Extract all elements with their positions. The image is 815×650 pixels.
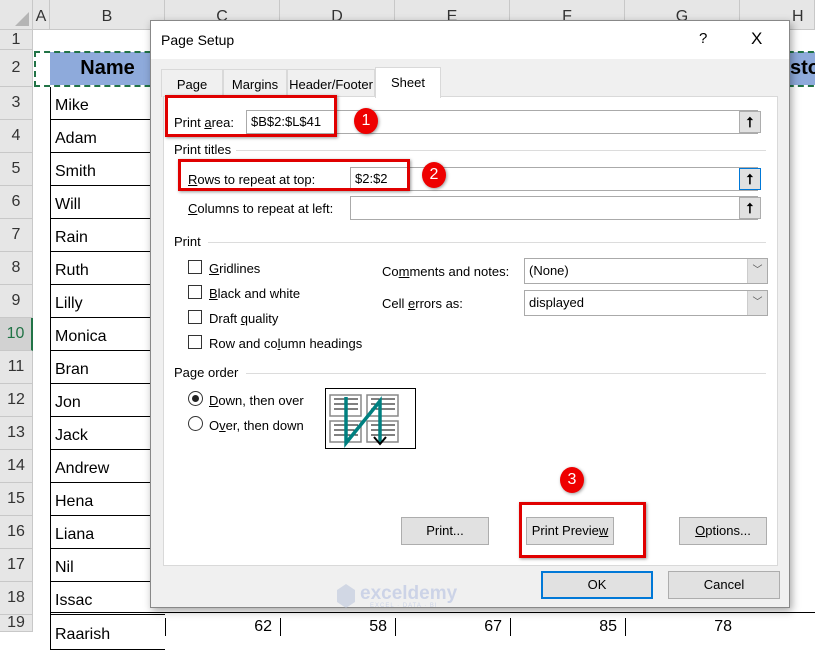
tab-sheet[interactable]: Sheet [375,67,441,98]
grid-border-top-row19 [50,612,815,613]
cols-repeat-input[interactable] [350,196,758,220]
cell-g19[interactable]: 78 [625,618,740,636]
row-header-7[interactable]: 7 [0,219,33,252]
rows-repeat-input[interactable]: $2:$2 [350,167,758,191]
comments-value: (None) [529,263,569,278]
column-header-a[interactable]: A [33,0,50,30]
name-cell[interactable]: Raarish [50,615,165,650]
down-then-over-radio[interactable] [188,391,203,406]
annotation-box-print-preview [519,502,646,558]
cell-c19[interactable]: 62 [165,618,280,636]
chevron-down-icon[interactable]: ﹀ [747,259,767,283]
print-titles-label: Print titles [174,142,232,157]
name-cell[interactable]: Nil [50,549,165,582]
print-button[interactable]: Print... [401,517,489,545]
comments-label: Comments and notes: [382,264,510,279]
cell-d19[interactable]: 58 [280,618,395,636]
cell-f19[interactable]: 85 [510,618,625,636]
annotation-badge-3: 3 [560,467,584,493]
over-then-down-label: Over, then down [209,418,304,433]
tab-header-footer[interactable]: Header/Footer [287,69,375,97]
help-button[interactable]: ? [699,30,707,47]
black-white-label: Black and white [209,286,301,301]
row-col-headings-checkbox[interactable] [188,335,202,349]
dialog-title-bar[interactable]: Page Setup ? X [151,21,789,59]
print-area-collapse-button[interactable]: ⭡ [739,111,761,133]
name-cell[interactable]: Jon [50,384,165,417]
print-section-label: Print [174,234,201,249]
row-header-4[interactable]: 4 [0,120,33,153]
name-cell[interactable]: Andrew [50,450,165,483]
ok-button[interactable]: OK [541,571,653,599]
row-header-19[interactable]: 19 [0,614,33,632]
print-divider [208,242,766,243]
page-order-label: Page order [174,365,239,380]
row-header-13[interactable]: 13 [0,417,33,450]
print-titles-divider [236,150,766,151]
row-header-1[interactable]: 1 [0,30,33,50]
name-cell[interactable]: Smith [50,153,165,186]
name-cell[interactable]: Lilly [50,285,165,318]
name-cell[interactable]: Hena [50,483,165,516]
tab-page[interactable]: Page [161,69,223,97]
row-header-14[interactable]: 14 [0,450,33,483]
comments-select[interactable]: (None) ﹀ [524,258,768,284]
dialog-title: Page Setup [161,32,235,48]
row-header-10[interactable]: 10 [0,318,33,351]
chevron-down-icon[interactable]: ﹀ [747,291,767,315]
cell-errors-select[interactable]: displayed ﹀ [524,290,768,316]
cell-errors-value: displayed [529,295,584,310]
name-cell[interactable]: Ruth [50,252,165,285]
gridlines-checkbox[interactable] [188,260,202,274]
select-all-corner[interactable] [0,0,33,30]
page-order-preview-icon [325,388,416,449]
cell-e19[interactable]: 67 [395,618,510,636]
name-cell[interactable]: Will [50,186,165,219]
name-cell[interactable]: Issac [50,582,165,615]
row-header-18[interactable]: 18 [0,582,33,615]
row-header-15[interactable]: 15 [0,483,33,516]
down-then-over-label: Down, then over [209,393,304,408]
name-cell[interactable]: Bran [50,351,165,384]
row-header-6[interactable]: 6 [0,186,33,219]
over-then-down-radio[interactable] [188,416,203,431]
annotation-box-print-area [165,95,337,137]
cols-repeat-collapse-button[interactable]: ⭡ [739,197,761,219]
row-header-2[interactable]: 2 [0,50,33,87]
gridlines-label: Gridlines [209,261,261,276]
page-order-divider [246,373,766,374]
cell-errors-label: Cell errors as: [382,296,463,311]
annotation-badge-2: 2 [422,162,446,188]
draft-quality-checkbox[interactable] [188,310,202,324]
name-cell[interactable]: Adam [50,120,165,153]
row-header-16[interactable]: 16 [0,516,33,549]
row-header-5[interactable]: 5 [0,153,33,186]
row-header-12[interactable]: 12 [0,384,33,417]
row-header-3[interactable]: 3 [0,87,33,120]
tab-margins[interactable]: Margins [223,69,287,97]
annotation-badge-1: 1 [354,108,378,134]
row-header-8[interactable]: 8 [0,252,33,285]
column-header-b[interactable]: B [50,0,165,30]
exceldemy-watermark-logo: exceldemy EXCEL · DATA · BI [336,583,457,611]
name-cell[interactable]: Monica [50,318,165,351]
black-white-checkbox[interactable] [188,285,202,299]
name-cell[interactable]: Rain [50,219,165,252]
close-icon[interactable]: X [751,29,762,49]
cancel-button[interactable]: Cancel [668,571,780,599]
cols-repeat-label: Columns to repeat at left: [188,201,334,216]
options-button[interactable]: Options... [679,517,767,545]
row-header-17[interactable]: 17 [0,549,33,582]
rows-repeat-collapse-button[interactable]: ⭡ [739,168,761,190]
name-cell[interactable]: Mike [50,87,165,120]
annotation-box-rows-repeat [178,159,410,191]
row-header-11[interactable]: 11 [0,351,33,384]
name-cell[interactable]: Jack [50,417,165,450]
draft-quality-label: Draft quality [209,311,279,326]
row-col-headings-label: Row and column headings [209,336,363,351]
name-cell[interactable]: Liana [50,516,165,549]
row-header-9[interactable]: 9 [0,285,33,318]
